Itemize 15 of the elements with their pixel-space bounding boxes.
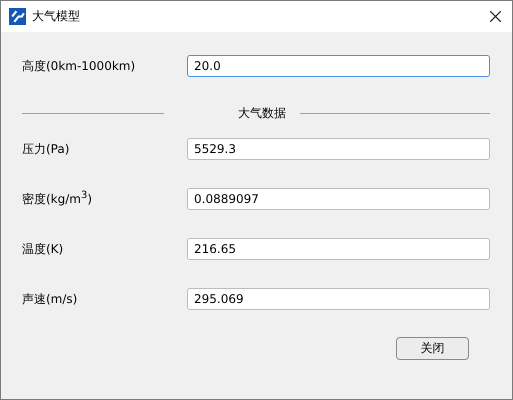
field-label: 声速(m/s) <box>22 290 78 308</box>
output-field[interactable]: 5529.3 <box>187 138 490 160</box>
field-label: 温度(K) <box>22 240 64 258</box>
close-button[interactable]: 关闭 <box>396 337 469 360</box>
field-label: 压力(Pa) <box>22 140 70 158</box>
field-label: 高度(0km-1000km) <box>22 58 136 74</box>
field-label: 密度(kg/m$^{3}$) <box>22 190 94 208</box>
altitude-input[interactable]: 20.0 <box>187 55 490 77</box>
output-field[interactable]: 295.069 <box>187 288 490 310</box>
output-field[interactable]: 0.0889097 <box>187 188 490 210</box>
output-field[interactable]: 216.65 <box>187 238 490 260</box>
close-icon[interactable] <box>490 11 501 22</box>
section-title: 大气数据 <box>237 104 287 122</box>
window-title: 大气模型 <box>32 8 80 25</box>
app-logo-icon <box>9 8 26 25</box>
